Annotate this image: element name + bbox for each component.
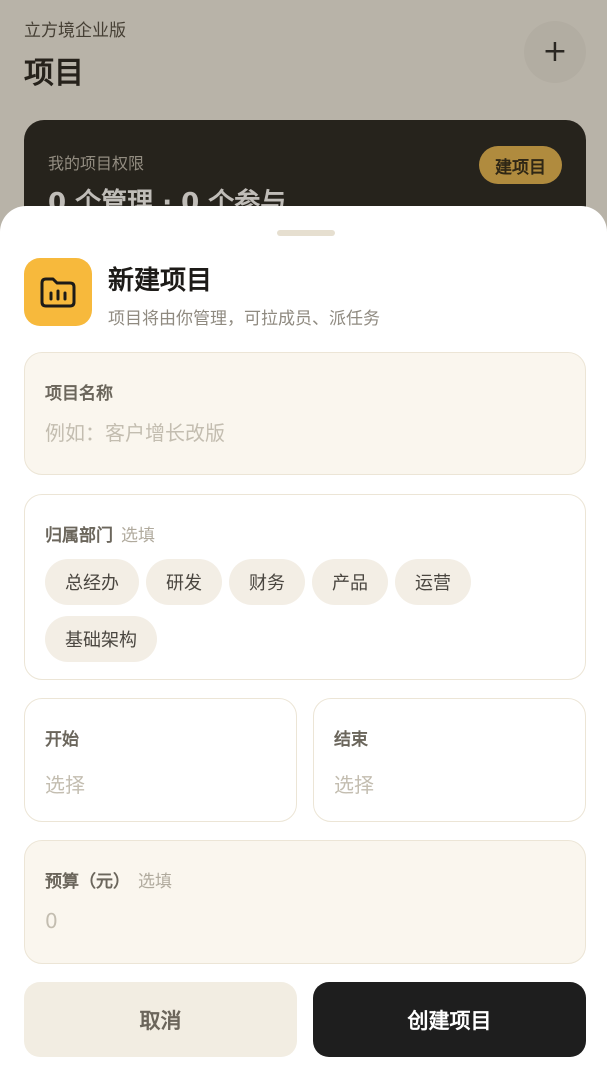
start-date-value: 选择 [45, 773, 85, 797]
start-date-field[interactable]: 开始 选择 [24, 698, 297, 822]
cancel-button[interactable]: 取消 [24, 982, 297, 1057]
department-optional-hint: 选填 [121, 526, 155, 546]
sheet-title: 新建项目 [108, 266, 213, 296]
end-date-value: 选择 [334, 773, 374, 797]
department-label: 归属部门 选填 [45, 521, 155, 546]
sheet-drag-handle[interactable] [277, 230, 335, 236]
department-chip-general-office[interactable]: 总经办 [45, 559, 139, 605]
department-chip-finance[interactable]: 财务 [229, 559, 305, 605]
budget-optional-hint: 选填 [138, 872, 172, 892]
department-chip-infrastructure[interactable]: 基础架构 [45, 616, 157, 662]
sheet-description: 项目将由你管理，可拉成员、派任务 [108, 309, 380, 329]
end-date-field[interactable]: 结束 选择 [313, 698, 586, 822]
budget-field: 预算（元） 选填 [24, 840, 586, 964]
department-field: 归属部门 选填 总经办 研发 财务 产品 运营基础架构 [24, 494, 586, 680]
end-date-label: 结束 [334, 730, 368, 750]
folder-icon [24, 258, 92, 326]
create-project-button[interactable]: 创建项目 [313, 982, 586, 1057]
department-options: 总经办 研发 财务 产品 运营基础架构 [45, 559, 565, 673]
project-name-field: 项目名称 [24, 352, 586, 475]
project-name-label: 项目名称 [45, 384, 113, 404]
department-chip-rnd[interactable]: 研发 [146, 559, 222, 605]
project-name-input[interactable] [45, 421, 565, 445]
new-project-sheet: 新建项目 项目将由你管理，可拉成员、派任务 项目名称 归属部门选填 总经办研发财… [0, 206, 607, 1080]
budget-label: 预算（元） 选填 [45, 867, 172, 892]
screen: 立方境企业版 项目 + 我的项目权限 0 个管理 · 0 个参与 建项目 新建项… [0, 0, 607, 1080]
department-chip-product[interactable]: 产品 [312, 559, 388, 605]
start-date-label: 开始 [45, 730, 79, 750]
budget-input[interactable] [45, 909, 565, 933]
department-label-text: 归属部门 [45, 526, 113, 546]
department-chip-operations[interactable]: 运营 [395, 559, 471, 605]
budget-label-text: 预算（元） [45, 872, 130, 892]
